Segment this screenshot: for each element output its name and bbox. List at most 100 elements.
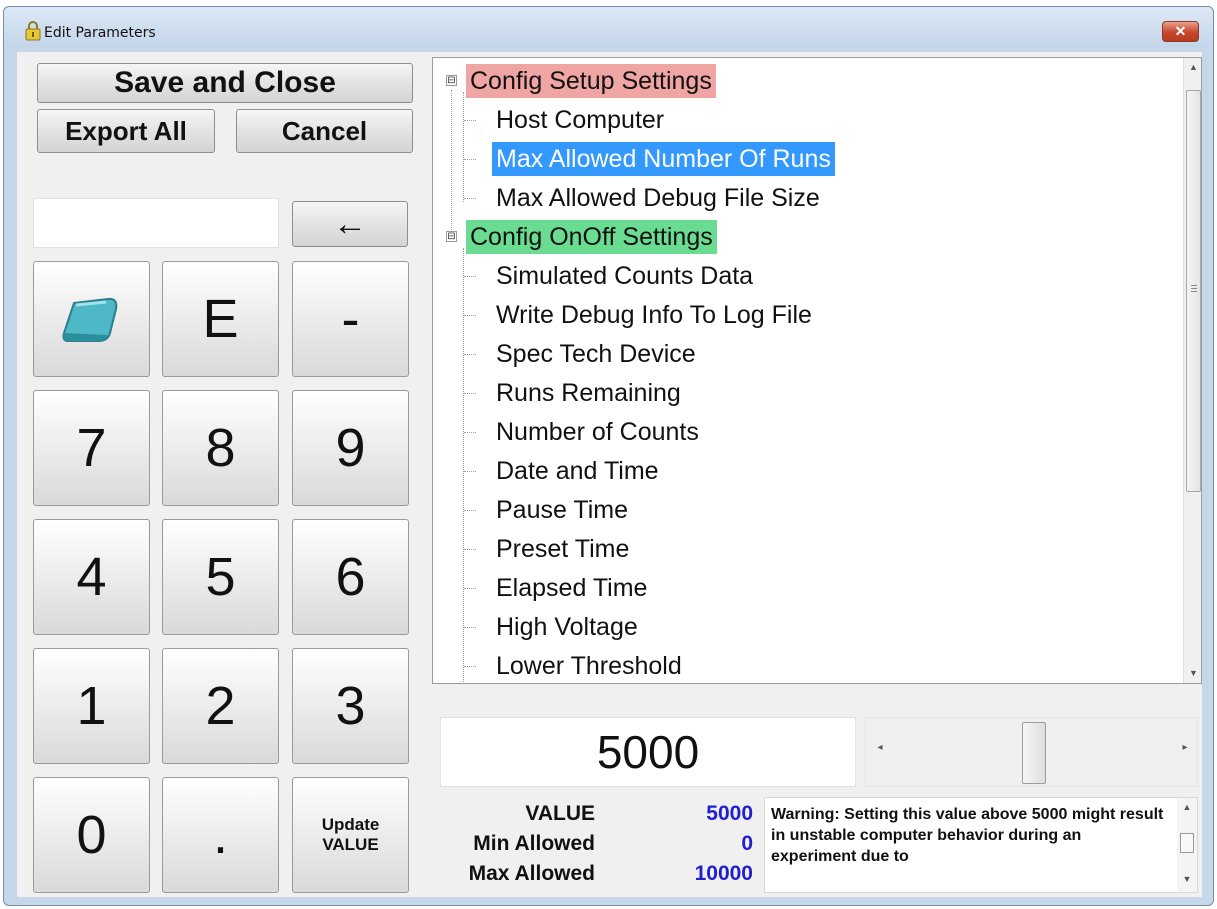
min-allowed-label: Min Allowed	[473, 832, 595, 855]
tree-connector	[464, 120, 476, 121]
tree-item[interactable]: Runs Remaining	[492, 376, 685, 410]
warning-box[interactable]: Warning: Setting this value above 5000 m…	[764, 797, 1198, 893]
tree-connector	[464, 471, 476, 472]
tree-item[interactable]: Preset Time	[492, 532, 633, 566]
scroll-down-icon[interactable]: ▼	[1177, 874, 1197, 884]
slider-right-icon[interactable]: ▸	[1177, 742, 1193, 760]
key-1[interactable]: 1	[33, 648, 150, 764]
scroll-up-icon[interactable]: ▲	[1184, 58, 1201, 76]
key-6-label: 6	[335, 547, 366, 607]
warning-scrollbar[interactable]: ▲ ▼	[1177, 798, 1197, 892]
tree-connector	[451, 90, 452, 240]
tree-item[interactable]: Elapsed Time	[492, 571, 651, 605]
tree-connector	[463, 92, 464, 202]
tree-connector	[464, 393, 476, 394]
key-7[interactable]: 7	[33, 390, 150, 506]
key-7-label: 7	[76, 418, 107, 478]
key-2[interactable]: 2	[162, 648, 279, 764]
key-5-label: 5	[205, 547, 236, 607]
slider-left-icon[interactable]: ◂	[872, 742, 888, 760]
scroll-thumb[interactable]	[1186, 90, 1201, 492]
value-number: 5000	[706, 802, 753, 825]
expand-toggle-setup[interactable]: ⊟	[446, 75, 457, 86]
key-3-label: 3	[335, 676, 366, 736]
key-0[interactable]: 0	[33, 777, 150, 893]
max-allowed-number: 10000	[694, 862, 753, 885]
key-8[interactable]: 8	[162, 390, 279, 506]
max-allowed-label: Max Allowed	[468, 862, 595, 885]
value-slider[interactable]: ◂ ▸	[865, 717, 1198, 787]
update-label-line2: VALUE	[322, 835, 379, 854]
cancel-button[interactable]: Cancel	[236, 109, 413, 153]
key-9-label: 9	[335, 418, 366, 478]
key-2-label: 2	[205, 676, 236, 736]
key-9[interactable]: 9	[292, 390, 409, 506]
key-decimal-label: .	[212, 805, 228, 865]
tree-item-selected[interactable]: Max Allowed Number Of Runs	[492, 142, 835, 176]
tree-item[interactable]: Lower Threshold	[492, 649, 686, 683]
scroll-up-icon[interactable]: ▲	[1177, 802, 1197, 812]
backspace-icon: ←	[333, 204, 367, 243]
tree-connector	[464, 315, 476, 316]
title-bar: Edit Parameters ✕	[4, 7, 1213, 47]
keypad-entry-field[interactable]	[33, 198, 279, 248]
tree-connector	[464, 198, 476, 199]
export-all-button[interactable]: Export All	[37, 109, 215, 153]
tree-item[interactable]: Host Computer	[492, 103, 668, 137]
tree-item[interactable]: Simulated Counts Data	[492, 259, 757, 293]
key-e[interactable]: E	[162, 261, 279, 377]
tree-item[interactable]: Date and Time	[492, 454, 663, 488]
save-and-close-button[interactable]: Save and Close	[37, 63, 413, 103]
close-icon: ✕	[1174, 23, 1187, 39]
eraser-icon	[62, 297, 117, 342]
value-display: 5000	[440, 717, 856, 787]
window-title: Edit Parameters	[44, 25, 156, 41]
key-3[interactable]: 3	[292, 648, 409, 764]
update-value-button[interactable]: Update VALUE	[292, 777, 409, 893]
export-all-label: Export All	[65, 115, 187, 146]
tree-item[interactable]: Number of Counts	[492, 415, 703, 449]
key-e-label: E	[202, 289, 239, 349]
tree-connector	[464, 666, 476, 667]
tree-item[interactable]: Spec Tech Device	[492, 337, 700, 371]
tree-vertical-scrollbar[interactable]: ▲ ▼	[1183, 58, 1201, 683]
key-4[interactable]: 4	[33, 519, 150, 635]
key-5[interactable]: 5	[162, 519, 279, 635]
warning-text: Warning: Setting this value above 5000 m…	[771, 806, 1164, 865]
close-button[interactable]: ✕	[1162, 21, 1199, 42]
key-decimal[interactable]: .	[162, 777, 279, 893]
key-6[interactable]: 6	[292, 519, 409, 635]
key-minus-label: -	[341, 289, 360, 349]
key-0-label: 0	[76, 805, 107, 865]
tree-category-setup[interactable]: Config Setup Settings	[466, 64, 716, 98]
parameter-tree[interactable]: ⊟ Config Setup Settings Host Computer Ma…	[432, 57, 1202, 684]
min-allowed-number: 0	[741, 832, 753, 855]
update-label-line1: Update	[321, 815, 380, 834]
key-4-label: 4	[76, 547, 107, 607]
key-1-label: 1	[76, 676, 107, 736]
tree-connector	[464, 159, 476, 160]
tree-category-onoff[interactable]: Config OnOff Settings	[466, 220, 717, 254]
expand-toggle-onoff[interactable]: ⊟	[446, 231, 457, 242]
client-area: Save and Close Export All Cancel ← E - 7…	[17, 52, 1202, 897]
tree-item[interactable]: High Voltage	[492, 610, 642, 644]
cancel-label: Cancel	[281, 115, 368, 146]
clear-key[interactable]	[33, 261, 150, 377]
tree-item[interactable]: Write Debug Info To Log File	[492, 298, 816, 332]
tree-item[interactable]: Pause Time	[492, 493, 632, 527]
lock-icon	[25, 21, 41, 41]
tree-connector	[464, 549, 476, 550]
tree-item[interactable]: Max Allowed Debug File Size	[492, 181, 824, 215]
save-and-close-label: Save and Close	[114, 66, 336, 99]
edit-parameters-window: Edit Parameters ✕ Save and Close Export …	[3, 6, 1214, 906]
slider-thumb[interactable]	[1022, 722, 1046, 784]
value-display-text: 5000	[596, 726, 700, 778]
scroll-thumb[interactable]	[1180, 833, 1194, 853]
tree-connector	[464, 354, 476, 355]
key-8-label: 8	[205, 418, 236, 478]
scroll-down-icon[interactable]: ▼	[1184, 664, 1201, 682]
key-minus[interactable]: -	[292, 261, 409, 377]
backspace-button[interactable]: ←	[292, 201, 408, 247]
tree-connector	[463, 248, 464, 683]
tree-connector	[464, 432, 476, 433]
